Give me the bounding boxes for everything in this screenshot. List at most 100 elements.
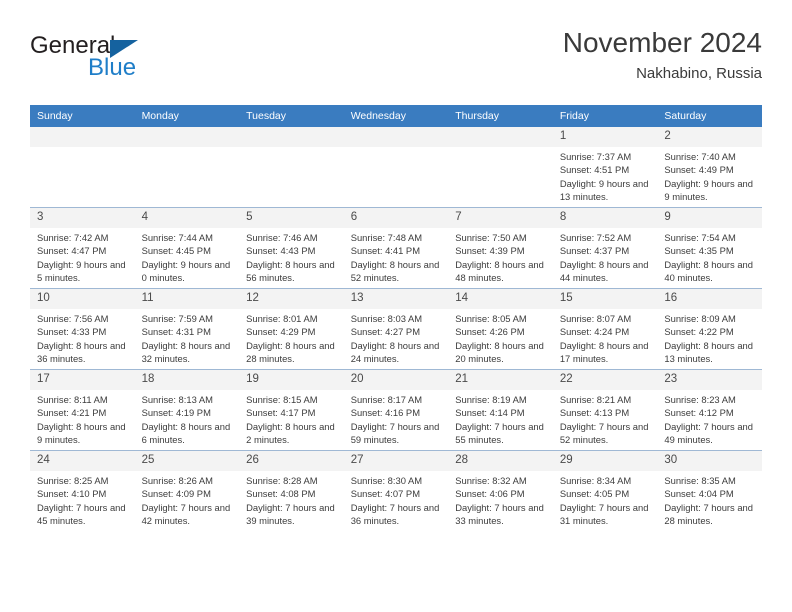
sun-info: Sunrise: 8:34 AM Sunset: 4:05 PM Daylight:…	[553, 471, 658, 527]
sun-info: Sunrise: 8:07 AM Sunset: 4:24 PM Daylight:…	[553, 309, 658, 365]
page-header: General Blue November 2024 Nakhabino, Ru…	[30, 26, 762, 100]
sunset-text: Sunset: 4:51 PM	[559, 164, 630, 176]
day-number	[239, 127, 344, 147]
calendar-day-cell[interactable]: 9 Sunrise: 7:54 AM Sunset: 4:35 PM Daylight…	[657, 207, 762, 289]
sunset-text: Sunset: 4:41 PM	[350, 245, 420, 257]
calendar-day-cell[interactable]: 5 Sunrise: 7:46 AM Sunset: 4:43 PM Daylight…	[239, 207, 344, 289]
calendar-day-cell[interactable]: 20 Sunrise: 8:17 AM Sunset: 4:16 PM Dayligh…	[343, 369, 449, 451]
sunset-text: Sunset: 4:19 PM	[141, 407, 211, 419]
daylight-text: Daylight: 7 hours and 52 minutes.	[559, 420, 649, 445]
weekday-header-saturday: Saturday	[657, 105, 762, 127]
sunrise-text: Sunrise: 7:56 AM	[37, 313, 109, 324]
daylight-text: Daylight: 8 hours and 17 minutes.	[559, 339, 649, 364]
calendar-day-cell[interactable]: 25 Sunrise: 8:26 AM Sunset: 4:09 PM Dayligh…	[134, 450, 240, 531]
sun-info: Sunrise: 8:17 AM Sunset: 4:16 PM Daylight:…	[344, 390, 449, 446]
calendar-day-cell[interactable]: 26 Sunrise: 8:28 AM Sunset: 4:08 PM Dayligh…	[239, 450, 344, 531]
weekday-header-tuesday: Tuesday	[239, 105, 344, 127]
calendar-day-cell[interactable]: 7 Sunrise: 7:50 AM Sunset: 4:39 PM Daylight…	[448, 207, 553, 289]
calendar-day-cell[interactable]: 16 Sunrise: 8:09 AM Sunset: 4:22 PM Dayligh…	[657, 288, 762, 370]
calendar-day-cell[interactable]: 8 Sunrise: 7:52 AM Sunset: 4:37 PM Daylight…	[552, 207, 658, 289]
sun-info: Sunrise: 7:46 AM Sunset: 4:43 PM Daylight:…	[239, 228, 344, 284]
sunrise-text: Sunrise: 7:52 AM	[559, 232, 632, 243]
day-number: 13	[343, 289, 449, 309]
sun-info: Sunrise: 8:13 AM Sunset: 4:19 PM Daylight:…	[135, 390, 240, 446]
sun-info: Sunrise: 8:23 AM Sunset: 4:12 PM Daylight:…	[657, 390, 762, 446]
weekday-header-sunday: Sunday	[30, 105, 135, 127]
sunset-text: Sunset: 4:14 PM	[455, 407, 525, 419]
day-number: 24	[30, 451, 135, 471]
calendar-day-cell[interactable]: 27 Sunrise: 8:30 AM Sunset: 4:07 PM Dayligh…	[343, 450, 449, 531]
daylight-text: Daylight: 8 hours and 24 minutes.	[350, 339, 440, 364]
day-number: 5	[239, 208, 344, 228]
day-number: 18	[134, 370, 240, 390]
sunrise-text: Sunrise: 8:03 AM	[350, 313, 423, 324]
calendar-day-cell[interactable]: 1 Sunrise: 7:37 AM Sunset: 4:51 PM Daylight…	[552, 127, 658, 208]
daylight-text: Daylight: 8 hours and 56 minutes.	[246, 258, 335, 283]
sunrise-text: Sunrise: 7:40 AM	[664, 151, 736, 162]
day-number: 10	[30, 289, 135, 309]
calendar-day-cell[interactable]: 13 Sunrise: 8:03 AM Sunset: 4:27 PM Dayligh…	[343, 288, 449, 370]
calendar-day-cell[interactable]: 21 Sunrise: 8:19 AM Sunset: 4:14 PM Dayligh…	[448, 369, 553, 451]
sunrise-text: Sunrise: 8:34 AM	[559, 475, 632, 486]
sun-info: Sunrise: 7:59 AM Sunset: 4:31 PM Daylight:…	[135, 309, 240, 365]
sunset-text: Sunset: 4:21 PM	[37, 407, 107, 419]
sunrise-text: Sunrise: 8:13 AM	[141, 394, 213, 405]
calendar-day-cell[interactable]: 24 Sunrise: 8:25 AM Sunset: 4:10 PM Dayligh…	[30, 450, 135, 531]
daylight-text: Daylight: 7 hours and 42 minutes.	[141, 501, 231, 526]
sunrise-text: Sunrise: 7:42 AM	[37, 232, 109, 243]
day-number: 14	[448, 289, 553, 309]
sun-info: Sunrise: 8:19 AM Sunset: 4:14 PM Daylight:…	[448, 390, 553, 446]
sunset-text: Sunset: 4:47 PM	[37, 245, 107, 257]
calendar-day-cell[interactable]: 10 Sunrise: 7:56 AM Sunset: 4:33 PM Dayligh…	[30, 288, 135, 370]
calendar-day-cell[interactable]: 18 Sunrise: 8:13 AM Sunset: 4:19 PM Dayligh…	[134, 369, 240, 451]
daylight-text: Daylight: 8 hours and 6 minutes.	[141, 420, 231, 445]
calendar-day-cell[interactable]: 4 Sunrise: 7:44 AM Sunset: 4:45 PM Daylight…	[134, 207, 240, 289]
calendar-day-cell[interactable]: 11 Sunrise: 7:59 AM Sunset: 4:31 PM Dayligh…	[134, 288, 240, 370]
sun-info: Sunrise: 8:05 AM Sunset: 4:26 PM Daylight:…	[448, 309, 553, 365]
sunset-text: Sunset: 4:43 PM	[246, 245, 316, 257]
calendar-day-cell[interactable]: 12 Sunrise: 8:01 AM Sunset: 4:29 PM Dayligh…	[239, 288, 344, 370]
calendar-day-cell[interactable]: 28 Sunrise: 8:32 AM Sunset: 4:06 PM Dayligh…	[448, 450, 553, 531]
calendar-week-row: 24 Sunrise: 8:25 AM Sunset: 4:10 PM Dayligh…	[30, 450, 762, 531]
sunrise-text: Sunrise: 7:44 AM	[141, 232, 213, 243]
calendar-day-cell[interactable]: 2 Sunrise: 7:40 AM Sunset: 4:49 PM Daylight…	[657, 127, 762, 208]
sunset-text: Sunset: 4:39 PM	[455, 245, 525, 257]
calendar-day-cell-empty	[448, 127, 553, 208]
sunset-text: Sunset: 4:05 PM	[559, 488, 630, 500]
sun-info: Sunrise: 7:52 AM Sunset: 4:37 PM Daylight:…	[553, 228, 658, 284]
sunset-text: Sunset: 4:06 PM	[455, 488, 525, 500]
calendar-week-row: 10 Sunrise: 7:56 AM Sunset: 4:33 PM Dayligh…	[30, 288, 762, 370]
sun-info: Sunrise: 8:09 AM Sunset: 4:22 PM Daylight:…	[657, 309, 762, 365]
sun-info: Sunrise: 7:44 AM Sunset: 4:45 PM Daylight:…	[135, 228, 240, 284]
sun-info: Sunrise: 7:50 AM Sunset: 4:39 PM Daylight:…	[448, 228, 553, 284]
day-number: 29	[552, 451, 658, 471]
calendar-day-cell[interactable]: 14 Sunrise: 8:05 AM Sunset: 4:26 PM Dayligh…	[448, 288, 553, 370]
day-number: 9	[657, 208, 762, 228]
page-subtitle: Nakhabino, Russia	[636, 65, 762, 82]
sunset-text: Sunset: 4:37 PM	[559, 245, 630, 257]
day-number: 16	[657, 289, 762, 309]
day-number	[448, 127, 553, 147]
sunset-text: Sunset: 4:31 PM	[141, 326, 211, 338]
calendar-day-cell[interactable]: 17 Sunrise: 8:11 AM Sunset: 4:21 PM Dayligh…	[30, 369, 135, 451]
calendar-day-cell[interactable]: 22 Sunrise: 8:21 AM Sunset: 4:13 PM Dayligh…	[552, 369, 658, 451]
calendar-page: General Blue November 2024 Nakhabino, Ru…	[0, 0, 792, 612]
sunset-text: Sunset: 4:09 PM	[141, 488, 211, 500]
calendar-day-cell-empty	[134, 127, 240, 208]
calendar-day-cell[interactable]: 30 Sunrise: 8:35 AM Sunset: 4:04 PM Dayligh…	[657, 450, 762, 531]
calendar-day-cell[interactable]: 23 Sunrise: 8:23 AM Sunset: 4:12 PM Dayligh…	[657, 369, 762, 451]
weekday-header-thursday: Thursday	[448, 105, 553, 127]
calendar-day-cell[interactable]: 19 Sunrise: 8:15 AM Sunset: 4:17 PM Dayligh…	[239, 369, 344, 451]
calendar-day-cell[interactable]: 29 Sunrise: 8:34 AM Sunset: 4:05 PM Dayligh…	[552, 450, 658, 531]
sunrise-text: Sunrise: 7:59 AM	[141, 313, 213, 324]
calendar-week-row: 1 Sunrise: 7:37 AM Sunset: 4:51 PM Daylight…	[30, 127, 762, 208]
sun-info: Sunrise: 8:32 AM Sunset: 4:06 PM Daylight:…	[448, 471, 553, 527]
calendar-day-cell[interactable]: 3 Sunrise: 7:42 AM Sunset: 4:47 PM Daylight…	[30, 207, 135, 289]
day-number: 30	[657, 451, 762, 471]
day-number: 25	[134, 451, 240, 471]
sunset-text: Sunset: 4:45 PM	[141, 245, 211, 257]
brand-logo[interactable]: General Blue	[30, 32, 270, 92]
calendar-week-row: 3 Sunrise: 7:42 AM Sunset: 4:47 PM Daylight…	[30, 207, 762, 289]
calendar-day-cell[interactable]: 15 Sunrise: 8:07 AM Sunset: 4:24 PM Dayligh…	[552, 288, 658, 370]
calendar-day-cell[interactable]: 6 Sunrise: 7:48 AM Sunset: 4:41 PM Daylight…	[343, 207, 449, 289]
